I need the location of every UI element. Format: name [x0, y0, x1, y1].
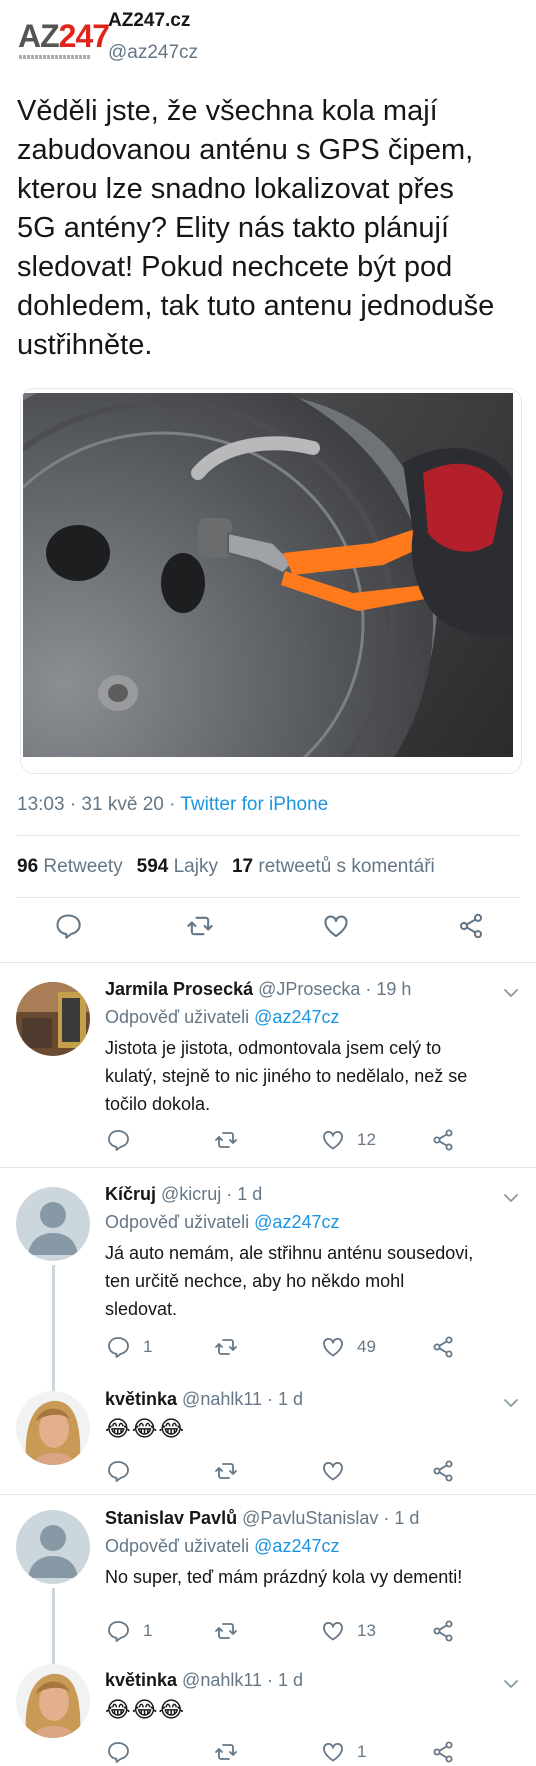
like-icon[interactable] [321, 1128, 345, 1152]
chevron-down-icon[interactable] [502, 984, 520, 1002]
reply-text: 😂😂😂 [105, 1416, 186, 1441]
reply-icon[interactable] [106, 1128, 130, 1152]
tweet-stats: 96 Retweety 594 Lajky 17 retweetů s koment… [17, 856, 435, 878]
reply-text: Já auto nemám, ale střihnu anténu soused… [105, 1243, 474, 1319]
tweet-photo[interactable] [20, 388, 522, 774]
author-handle[interactable]: @az247cz [108, 42, 198, 64]
tweet-actions [0, 912, 536, 948]
like-count: 49 [357, 1337, 376, 1356]
reply-author-name[interactable]: Stanislav Pavlů [105, 1508, 237, 1528]
reply-context: Odpověď uživateli @az247cz [105, 1007, 340, 1027]
reply-handle-time: @nahlk11 · 1 d [177, 1389, 304, 1409]
reply-tweet[interactable]: Stanislav Pavlů @PavluStanislav · 1 d Od… [0, 1494, 536, 1664]
reply-author-name[interactable]: Kíčruj [105, 1184, 156, 1204]
reply-handle-time: @nahlk11 · 1 d [177, 1670, 304, 1690]
chevron-down-icon[interactable] [502, 1394, 520, 1412]
reply-author-name[interactable]: květinka [105, 1389, 177, 1409]
like-icon[interactable] [321, 1335, 345, 1359]
reply-icon[interactable] [54, 912, 82, 940]
reply-text: 😂😂😂 [105, 1697, 186, 1722]
like-icon[interactable] [322, 912, 350, 940]
avatar[interactable] [16, 1664, 90, 1738]
share-icon[interactable] [457, 912, 485, 940]
chevron-down-icon[interactable] [502, 1675, 520, 1693]
reply-text: Jistota je jistota, odmontovala jsem cel… [105, 1038, 468, 1114]
likes-stat[interactable]: 594 Lajky [137, 856, 218, 877]
chevron-down-icon[interactable] [502, 1189, 520, 1207]
like-count: 1 [357, 1742, 367, 1761]
share-icon[interactable] [431, 1128, 455, 1152]
share-icon[interactable] [431, 1740, 455, 1764]
reply-text: No super, teď mám prázdný kola vy dement… [105, 1567, 463, 1587]
tweet-meta: 13:03 · 31 kvě 20 · Twitter for iPhone [17, 794, 329, 815]
retweet-icon[interactable] [214, 1740, 238, 1764]
divider [17, 897, 519, 898]
reply-icon[interactable] [106, 1335, 130, 1359]
divider [17, 835, 519, 836]
tweet-text: Věděli jste, že všechna kola mají zabudo… [17, 95, 495, 361]
reply-to-mention[interactable]: @az247cz [254, 1536, 339, 1556]
retweet-icon[interactable] [186, 912, 214, 940]
reply-actions [0, 1459, 536, 1487]
avatar[interactable] [16, 1510, 90, 1584]
author-display-name[interactable]: AZ247.cz [108, 10, 190, 32]
reply-author-name[interactable]: květinka [105, 1670, 177, 1690]
reply-to-mention[interactable]: @az247cz [254, 1212, 339, 1232]
reply-count: 1 [143, 1337, 153, 1356]
avatar[interactable] [16, 1187, 90, 1261]
retweet-icon[interactable] [214, 1335, 238, 1359]
like-count: 13 [357, 1621, 376, 1640]
retweet-icon[interactable] [214, 1128, 238, 1152]
reply-tweet[interactable]: květinka @nahlk11 · 1 d 😂😂😂 [0, 1377, 536, 1492]
share-icon[interactable] [431, 1619, 455, 1643]
az247-logo[interactable]: AZ247 [18, 18, 110, 68]
reply-author-name[interactable]: Jarmila Prosecká [105, 979, 253, 999]
reply-handle-time: @JProsecka · 19 h [253, 979, 412, 999]
reply-actions: 1 [0, 1740, 536, 1766]
retweets-stat[interactable]: 96 Retweety [17, 856, 123, 877]
reply-to-mention[interactable]: @az247cz [254, 1007, 339, 1027]
reply-context: Odpověď uživateli @az247cz [105, 1536, 340, 1556]
reply-tweet[interactable]: Kíčruj @kicruj · 1 d Odpověď uživateli @… [0, 1167, 536, 1407]
like-icon[interactable] [321, 1459, 345, 1483]
share-icon[interactable] [431, 1459, 455, 1483]
like-count: 12 [357, 1130, 376, 1149]
reply-icon[interactable] [106, 1619, 130, 1643]
retweet-icon[interactable] [214, 1459, 238, 1483]
like-icon[interactable] [321, 1740, 345, 1764]
avatar[interactable] [16, 982, 90, 1056]
share-icon[interactable] [431, 1335, 455, 1359]
retweet-icon[interactable] [214, 1619, 238, 1643]
reply-icon[interactable] [106, 1459, 130, 1483]
reply-actions: 1 49 [0, 1335, 536, 1363]
reply-handle-time: @kicruj · 1 d [156, 1184, 263, 1204]
quote-tweets-stat[interactable]: 17 retweetů s komentáři [232, 856, 435, 877]
reply-tweet[interactable]: květinka @nahlk11 · 1 d 😂😂😂 1 [0, 1664, 536, 1766]
reply-icon[interactable] [106, 1740, 130, 1764]
reply-count: 1 [143, 1621, 153, 1640]
reply-actions: 12 [0, 1128, 536, 1156]
reply-handle-time: @PavluStanislav · 1 d [237, 1508, 420, 1528]
like-icon[interactable] [321, 1619, 345, 1643]
reply-tweet[interactable]: Jarmila Prosecká @JProsecka · 19 h Odpov… [0, 962, 536, 1167]
avatar[interactable] [16, 1391, 90, 1465]
reply-context: Odpověď uživateli @az247cz [105, 1212, 340, 1232]
tweet-source-link[interactable]: Twitter for iPhone [180, 794, 328, 815]
reply-actions: 1 13 [0, 1619, 536, 1647]
wheel-photo-illustration [23, 393, 513, 757]
